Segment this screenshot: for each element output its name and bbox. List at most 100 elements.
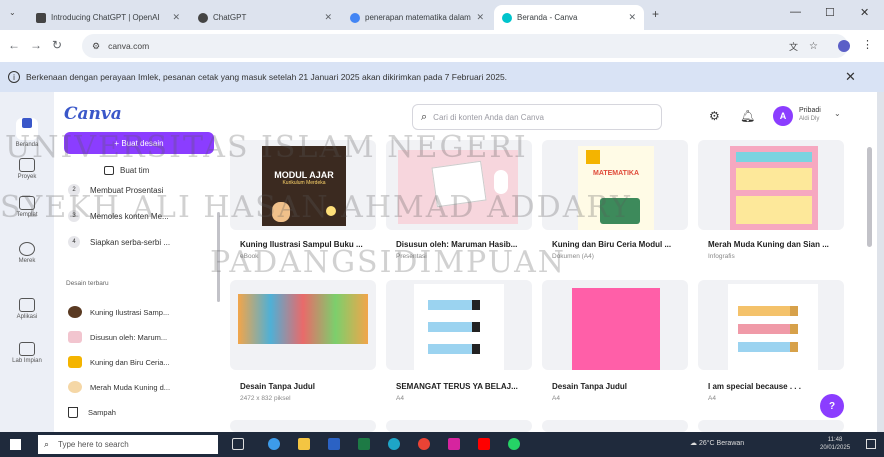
rail-item-brand[interactable]: Merek: [0, 242, 54, 264]
edge-icon[interactable]: [388, 438, 400, 450]
window-close-icon[interactable]: ✕: [860, 6, 869, 19]
address-bar[interactable]: ⚙ canva.com 文 ☆: [82, 34, 848, 58]
step-number: 4: [68, 236, 80, 248]
rail-item-label: Aplikasi: [16, 314, 38, 320]
taskbar-search-input[interactable]: ⌕ Type here to search: [38, 435, 218, 454]
browser-menu-icon[interactable]: ⋮: [862, 38, 873, 51]
design-title[interactable]: Merah Muda Kuning dan Sian ...: [708, 240, 829, 249]
recent-design-item[interactable]: Merah Muda Kuning d...: [68, 381, 170, 393]
youtube-icon[interactable]: [478, 438, 490, 450]
recent-design-label: Merah Muda Kuning d...: [90, 382, 171, 392]
recent-design-item[interactable]: Kuning dan Biru Ceria...: [68, 356, 170, 368]
design-card[interactable]: [230, 280, 376, 370]
close-icon[interactable]: ✕: [172, 12, 180, 23]
back-icon[interactable]: ←: [8, 38, 20, 52]
canva-logo[interactable]: Canva: [64, 104, 122, 124]
excel-icon[interactable]: [358, 438, 370, 450]
settings-icon[interactable]: ⚙: [709, 109, 720, 123]
tab-label: ChatGPT: [213, 13, 247, 22]
minimize-icon[interactable]: —: [790, 6, 801, 18]
help-button[interactable]: ?: [820, 394, 844, 418]
chrome-icon[interactable]: [418, 438, 430, 450]
search-icon: ⌕: [421, 110, 428, 123]
banner-close-icon[interactable]: ✕: [845, 69, 856, 85]
new-tab-button[interactable]: +: [652, 7, 659, 21]
rail-item-dream-lab[interactable]: Lab Impian: [0, 342, 54, 364]
rail-item-apps[interactable]: Aplikasi: [0, 298, 54, 320]
design-title[interactable]: SEMANGAT TERUS YA BELAJ...: [396, 382, 518, 391]
design-type: Infografis: [708, 253, 735, 260]
translate-icon[interactable]: 文: [789, 40, 798, 53]
design-card-partial[interactable]: [542, 420, 688, 432]
design-thumbnail: [68, 356, 82, 368]
design-card[interactable]: [386, 280, 532, 370]
task-view-icon[interactable]: [232, 438, 244, 450]
design-title[interactable]: Kuning dan Biru Ceria Modul ...: [552, 240, 671, 249]
search-input[interactable]: ⌕ Cari di konten Anda dan Canva: [412, 104, 662, 130]
word-icon[interactable]: [328, 438, 340, 450]
recent-design-item[interactable]: Kuning Ilustrasi Samp...: [68, 306, 169, 318]
design-size: A4: [708, 395, 716, 402]
design-thumbnail: [728, 284, 818, 370]
design-thumbnail: [68, 331, 82, 343]
instagram-icon[interactable]: [448, 438, 460, 450]
chatgpt-favicon-icon: [198, 12, 208, 23]
tab-canva[interactable]: Beranda - Canva ✕: [494, 5, 644, 30]
design-card-partial[interactable]: [230, 420, 376, 432]
design-title[interactable]: I am special because . . .: [708, 382, 801, 391]
design-card[interactable]: [698, 140, 844, 230]
avatar[interactable]: A: [773, 106, 793, 126]
step-label: Siapkan serba-serbi ...: [90, 237, 171, 247]
close-icon[interactable]: ✕: [628, 12, 636, 23]
bookmark-star-icon[interactable]: ☆: [809, 41, 818, 52]
design-thumbnail: [68, 306, 82, 318]
design-title[interactable]: Desain Tanpa Judul: [240, 382, 315, 391]
app-icon[interactable]: [268, 438, 280, 450]
forward-icon[interactable]: →: [30, 38, 42, 52]
team-label: Buat tim: [120, 165, 150, 175]
design-thumbnail: [730, 146, 818, 230]
pencil-illustration: [738, 342, 798, 352]
account-switcher[interactable]: Pribadi Aldi Dly: [799, 106, 821, 124]
notification-icon[interactable]: [866, 439, 876, 449]
shapes-illustration: [586, 150, 600, 164]
thumbnail-title: MATEMATIKA: [592, 170, 639, 177]
openai-favicon-icon: [36, 12, 46, 23]
browser-tab-bar: ⌄ Introducing ChatGPT | OpenAI ✕ ChatGPT…: [0, 0, 884, 30]
design-title[interactable]: Desain Tanpa Judul: [552, 382, 627, 391]
tab-label: Introducing ChatGPT | OpenAI: [51, 13, 160, 22]
notification-bell-icon[interactable]: 🔔︎: [740, 109, 755, 123]
pencil-illustration: [428, 344, 480, 354]
trash-item[interactable]: Sampah: [68, 407, 116, 418]
info-banner: i Berkenaan dengan perayaan Imlek, pesan…: [0, 62, 884, 92]
tab-google-search[interactable]: penerapan matematika dalam ✕: [342, 5, 492, 30]
date: 20/01/2025: [820, 445, 851, 451]
recent-design-item[interactable]: Disusun oleh: Marum...: [68, 331, 167, 343]
close-icon[interactable]: ✕: [324, 12, 332, 23]
taskbar-clock[interactable]: 11:48 20/01/2025: [820, 436, 850, 452]
design-card[interactable]: [698, 280, 844, 370]
onboarding-step[interactable]: 4 Siapkan serba-serbi ...: [68, 236, 170, 248]
whatsapp-icon[interactable]: [508, 438, 520, 450]
file-explorer-icon[interactable]: [298, 438, 310, 450]
maximize-icon[interactable]: ☐: [825, 6, 835, 19]
taskbar-search-placeholder: Type here to search: [58, 440, 129, 449]
design-card-partial[interactable]: [698, 420, 844, 432]
tab-menu-icon[interactable]: ⌄: [9, 8, 16, 17]
reload-icon[interactable]: ↻: [52, 38, 62, 52]
infographic-panel: [736, 152, 812, 162]
chevron-down-icon[interactable]: ⌄: [834, 109, 841, 118]
infographic-panel: [736, 168, 812, 190]
tab-chatgpt[interactable]: ChatGPT ✕: [190, 5, 340, 30]
profile-icon[interactable]: [838, 40, 850, 52]
windows-start-icon[interactable]: [10, 439, 21, 450]
design-card[interactable]: [542, 280, 688, 370]
site-settings-icon[interactable]: ⚙: [92, 41, 100, 52]
main-scrollbar[interactable]: [867, 147, 872, 247]
tab-openai[interactable]: Introducing ChatGPT | OpenAI ✕: [28, 5, 188, 30]
system-tray[interactable]: ☁ 26°C Berawan: [690, 439, 744, 447]
tab-label: Beranda - Canva: [517, 13, 578, 22]
design-card-partial[interactable]: [386, 420, 532, 432]
close-icon[interactable]: ✕: [476, 12, 484, 23]
search-icon: ⌕: [44, 439, 50, 449]
